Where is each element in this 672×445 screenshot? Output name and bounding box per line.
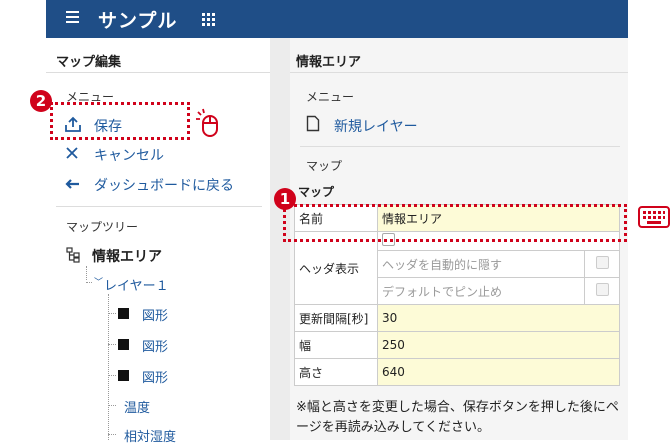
tree-layer[interactable]: レイヤー１ [104,275,169,294]
divider [56,206,262,207]
divider [300,146,620,147]
tree-item[interactable]: 相対湿度 [124,426,176,445]
auto-hide-checkbox[interactable] [595,256,609,269]
pin-default-checkbox[interactable] [595,283,609,296]
keyboard-icon [638,206,670,228]
shape-square-icon [118,308,129,319]
document-icon [306,115,320,132]
pin-default-label: デフォルトでピン止め [377,277,585,305]
tree-connector [108,344,116,345]
divider [290,72,628,73]
back-arrow-icon [65,179,79,189]
tree-connector [86,266,87,280]
tree-connector [108,313,116,314]
tree-icon [66,247,80,263]
back-to-dashboard-button[interactable]: ダッシュボードに戻る [94,175,234,195]
tree-item[interactable]: 温度 [124,397,150,416]
new-layer-button[interactable]: 新規レイヤー [334,116,418,136]
panel-title: マップ編集 [56,55,122,70]
shape-square-icon [118,370,129,381]
chevron-down-icon[interactable]: ﹀ [94,275,103,288]
close-icon [66,147,78,159]
tree-root[interactable]: 情報エリア [92,246,162,266]
step-badge: 2 [30,90,52,112]
shape-square-icon [118,339,129,350]
form-heading: マップ [298,185,335,199]
tree-connector [108,375,116,376]
panel-title: 情報エリア [296,55,362,70]
header-display-label: ヘッダ表示 [294,231,378,305]
app-header: サンプル [46,0,628,38]
tree-connector [108,294,109,440]
app-title: サンプル [98,10,178,32]
interval-input[interactable]: 30 [377,304,620,332]
tree-connector [108,434,116,435]
pin-default-cell [584,277,620,305]
width-input[interactable]: 250 [377,331,620,359]
grid-icon[interactable] [202,13,215,26]
name-highlight [283,204,627,242]
mouse-click-icon [196,108,218,137]
tree-connector [86,282,92,283]
hamburger-icon[interactable] [66,11,79,23]
height-input[interactable]: 640 [377,358,620,386]
height-label: 高さ [294,358,378,386]
interval-label: 更新間隔[秒] [294,304,378,332]
tree-section-label: マップツリー [66,220,139,234]
auto-hide-cell [584,250,620,278]
divider [46,72,270,73]
map-section-label: マップ [306,159,343,173]
auto-hide-label: ヘッダを自動的に隠す [377,250,585,278]
save-highlight [50,102,190,140]
step-badge: 1 [274,188,296,210]
cancel-button[interactable]: キャンセル [94,145,164,165]
tree-item[interactable]: 図形 [142,367,168,386]
menu-section-label: メニュー [306,90,355,104]
width-label: 幅 [294,331,378,359]
resize-note: ※幅と高さを変更した場合、保存ボタンを押した後にページを再読み込みしてください。 [296,400,619,435]
tree-item[interactable]: 図形 [142,305,168,324]
tree-connector [108,405,116,406]
tree-item[interactable]: 図形 [142,336,168,355]
